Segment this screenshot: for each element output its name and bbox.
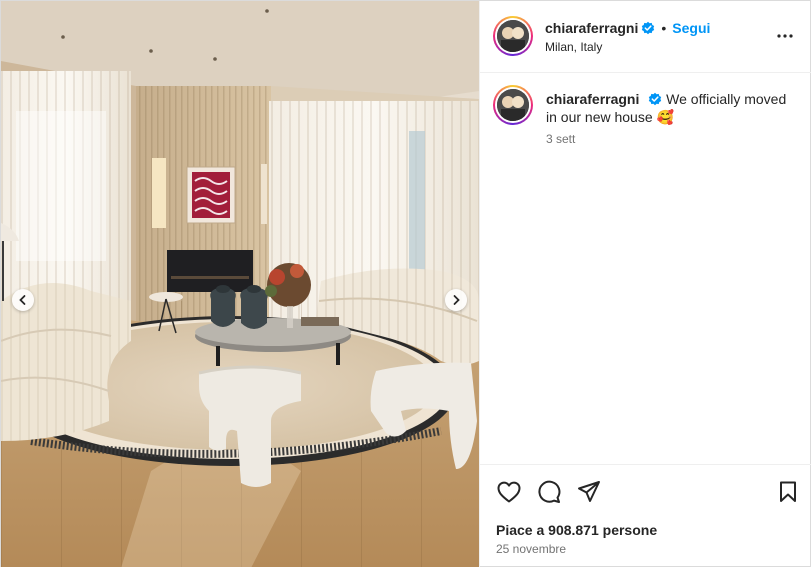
- separator-dot: •: [661, 20, 667, 36]
- bookmark-icon[interactable]: [776, 480, 800, 504]
- follow-button[interactable]: Segui: [672, 20, 710, 36]
- next-photo-button[interactable]: [445, 289, 467, 311]
- verified-badge-icon: [649, 92, 662, 106]
- post-header: chiaraferragni • Segui Milan, Italy: [480, 1, 811, 73]
- comment-icon[interactable]: [536, 480, 562, 504]
- living-room-image: [1, 1, 479, 567]
- avatar-photo: [497, 89, 529, 121]
- likes-count[interactable]: Piace a 908.871 persone: [496, 522, 657, 538]
- caption-username[interactable]: chiaraferragni: [546, 91, 639, 107]
- heart-icon[interactable]: [496, 480, 522, 504]
- post-actions: Piace a 908.871 persone 25 novembre: [480, 464, 811, 567]
- chevron-right-icon: [453, 295, 460, 305]
- more-options-icon[interactable]: [776, 27, 794, 45]
- author-avatar[interactable]: [493, 16, 533, 56]
- post-modal: chiaraferragni • Segui Milan, Italy chia…: [0, 0, 811, 567]
- author-username[interactable]: chiaraferragni: [545, 20, 638, 36]
- avatar-photo: [497, 20, 529, 52]
- previous-photo-button[interactable]: [12, 289, 34, 311]
- post-location[interactable]: Milan, Italy: [545, 40, 602, 54]
- post-details-panel: chiaraferragni • Segui Milan, Italy chia…: [479, 1, 811, 567]
- chevron-left-icon: [19, 295, 26, 305]
- post-date[interactable]: 25 novembre: [496, 542, 566, 556]
- share-icon[interactable]: [576, 480, 602, 504]
- caption-body: chiaraferragni We officially moved in ou…: [546, 90, 796, 126]
- caption-time[interactable]: 3 sett: [546, 132, 575, 146]
- post-photo[interactable]: [1, 1, 479, 567]
- caption-author-avatar[interactable]: [493, 85, 533, 125]
- verified-badge-icon: [642, 21, 655, 35]
